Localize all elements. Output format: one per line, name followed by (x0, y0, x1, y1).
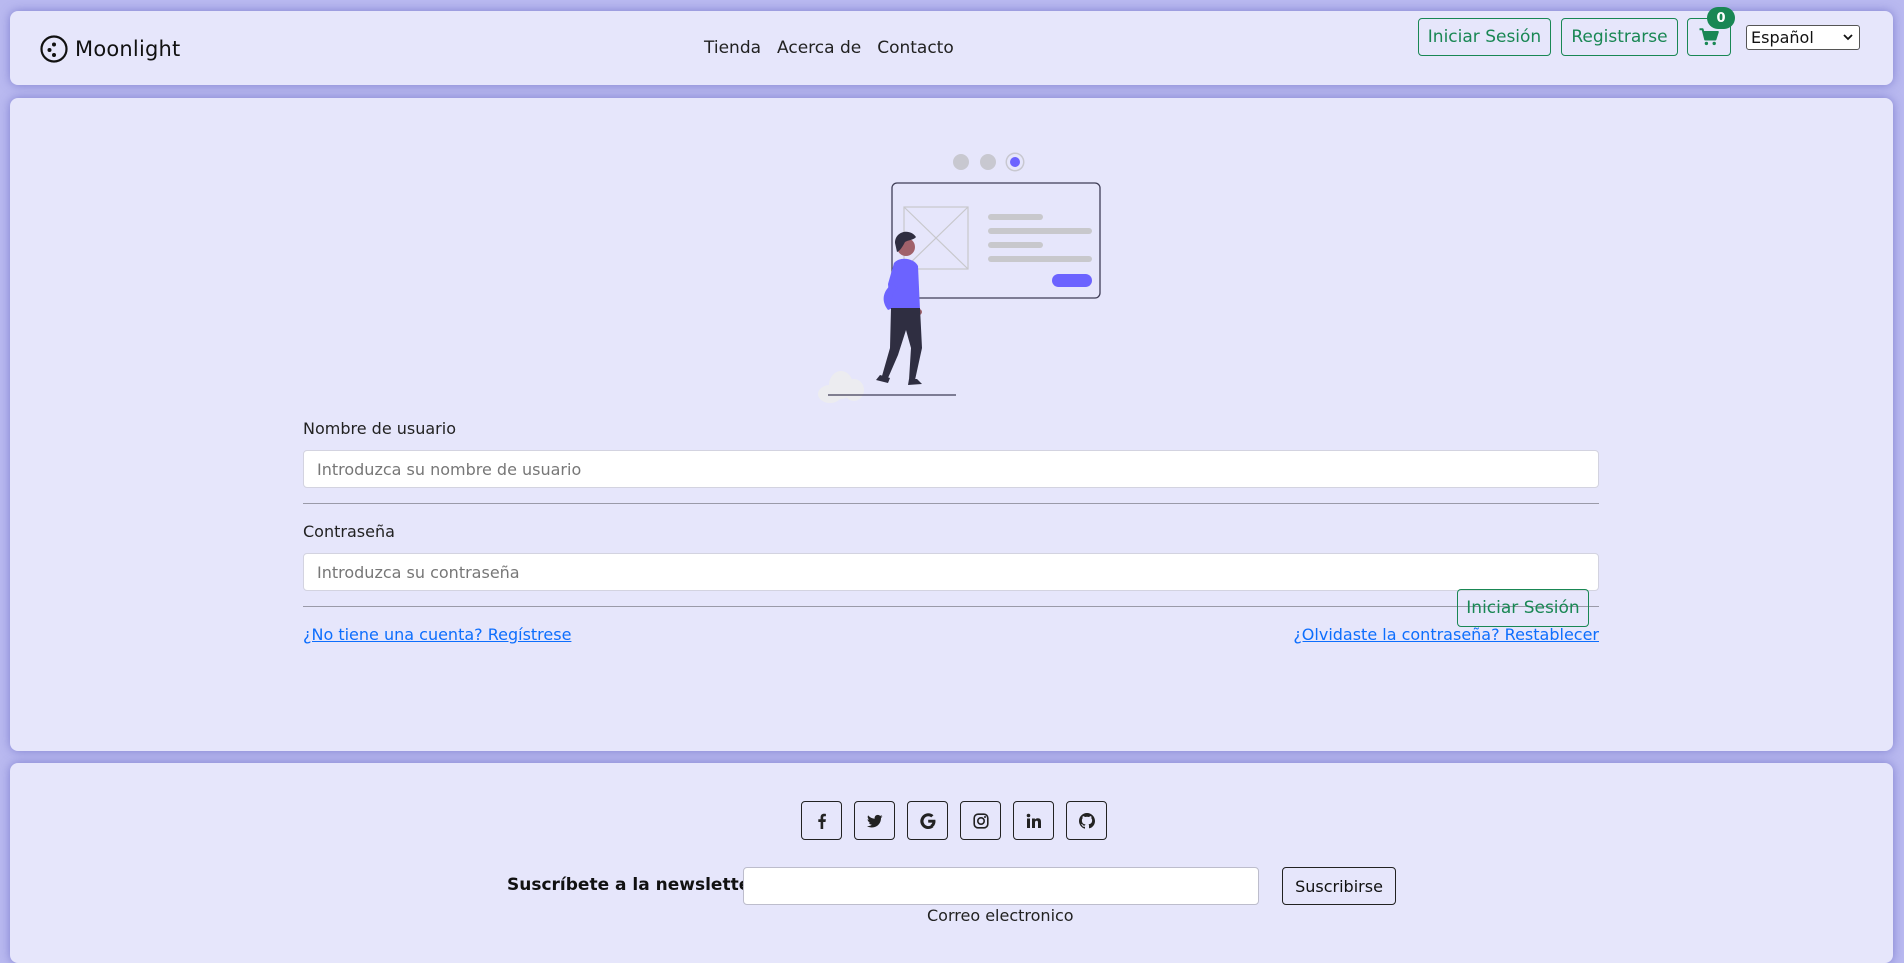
facebook-icon (817, 813, 826, 829)
subscribe-button[interactable]: Suscribirse (1282, 867, 1396, 905)
twitter-button[interactable] (854, 801, 895, 840)
google-button[interactable] (907, 801, 948, 840)
carousel-dot[interactable] (953, 154, 969, 170)
password-label: Contraseña (303, 522, 395, 541)
cart-icon (1699, 28, 1719, 46)
forgot-password-link[interactable]: ¿Olvidaste la contraseña? Restablecer (1293, 625, 1599, 644)
chevron-down-icon (1843, 34, 1853, 41)
linkedin-icon (1026, 813, 1041, 828)
linkedin-button[interactable] (1013, 801, 1054, 840)
brand-name: Moonlight (75, 37, 181, 61)
carousel-indicators (953, 154, 1023, 170)
divider (303, 503, 1599, 504)
carousel-dot-active[interactable] (1007, 154, 1023, 170)
language-select[interactable]: Español (1746, 25, 1860, 50)
nav-link-contacto[interactable]: Contacto (877, 38, 954, 58)
divider (303, 606, 1599, 607)
moon-logo-icon (40, 35, 68, 63)
nav-link-acerca-de[interactable]: Acerca de (777, 38, 861, 58)
instagram-button[interactable] (960, 801, 1001, 840)
footer: Suscríbete a la newsletter Suscribirse C… (10, 763, 1893, 963)
email-caption: Correo electronico (927, 906, 1074, 925)
facebook-button[interactable] (801, 801, 842, 840)
username-input[interactable]: Introduzca su nombre de usuario (303, 450, 1599, 488)
social-links (801, 801, 1107, 840)
carousel-dot[interactable] (980, 154, 996, 170)
github-button[interactable] (1066, 801, 1107, 840)
login-submit-button[interactable]: Iniciar Sesión (1457, 589, 1589, 627)
twitter-icon (866, 814, 882, 827)
register-link[interactable]: ¿No tiene una cuenta? Regístrese (303, 625, 571, 644)
login-illustration (818, 182, 1101, 403)
nav-links: Tienda Acerca de Contacto (704, 38, 954, 58)
brand[interactable]: Moonlight (40, 35, 180, 63)
language-selected: Español (1751, 28, 1814, 47)
cart-count-badge: 0 (1707, 7, 1735, 29)
password-input[interactable]: Introduzca su contraseña (303, 553, 1599, 591)
login-card: Nombre de usuario Introduzca su nombre d… (10, 98, 1893, 751)
nav-link-tienda[interactable]: Tienda (704, 38, 761, 58)
username-label: Nombre de usuario (303, 419, 456, 438)
register-button[interactable]: Registrarse (1561, 18, 1678, 56)
google-icon (919, 812, 935, 829)
github-icon (1078, 812, 1095, 829)
login-button[interactable]: Iniciar Sesión (1418, 18, 1551, 56)
instagram-icon (972, 812, 989, 829)
newsletter-email-input[interactable] (743, 867, 1259, 905)
newsletter-label: Suscríbete a la newsletter (507, 875, 759, 895)
